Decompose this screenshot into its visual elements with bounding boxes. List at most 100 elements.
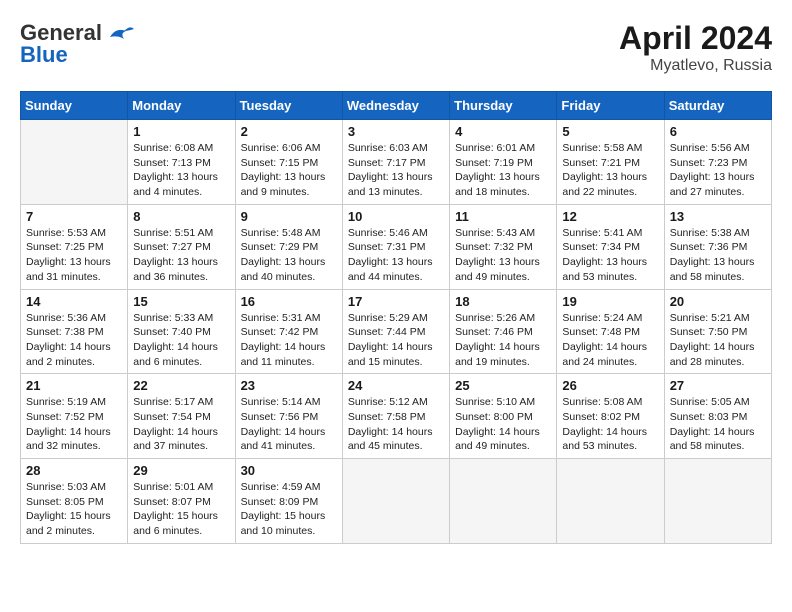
day-cell xyxy=(342,459,449,544)
day-number: 22 xyxy=(133,378,229,393)
day-info: Sunrise: 5:14 AM Sunset: 7:56 PM Dayligh… xyxy=(241,395,337,454)
day-cell xyxy=(557,459,664,544)
day-number: 25 xyxy=(455,378,551,393)
day-info: Sunrise: 5:26 AM Sunset: 7:46 PM Dayligh… xyxy=(455,311,551,370)
day-number: 15 xyxy=(133,294,229,309)
day-info: Sunrise: 6:03 AM Sunset: 7:17 PM Dayligh… xyxy=(348,141,444,200)
day-cell: 24 Sunrise: 5:12 AM Sunset: 7:58 PM Dayli… xyxy=(342,374,449,459)
week-row-2: 7 Sunrise: 5:53 AM Sunset: 7:25 PM Daylig… xyxy=(21,204,772,289)
header-cell-tuesday: Tuesday xyxy=(235,92,342,120)
day-info: Sunrise: 5:53 AM Sunset: 7:25 PM Dayligh… xyxy=(26,226,122,285)
day-info: Sunrise: 5:08 AM Sunset: 8:02 PM Dayligh… xyxy=(562,395,658,454)
day-info: Sunrise: 5:29 AM Sunset: 7:44 PM Dayligh… xyxy=(348,311,444,370)
day-number: 27 xyxy=(670,378,766,393)
day-number: 6 xyxy=(670,124,766,139)
day-cell: 5 Sunrise: 5:58 AM Sunset: 7:21 PM Daylig… xyxy=(557,120,664,205)
day-info: Sunrise: 5:03 AM Sunset: 8:05 PM Dayligh… xyxy=(26,480,122,539)
day-info: Sunrise: 5:48 AM Sunset: 7:29 PM Dayligh… xyxy=(241,226,337,285)
week-row-3: 14 Sunrise: 5:36 AM Sunset: 7:38 PM Dayli… xyxy=(21,289,772,374)
day-info: Sunrise: 6:01 AM Sunset: 7:19 PM Dayligh… xyxy=(455,141,551,200)
day-number: 19 xyxy=(562,294,658,309)
day-info: Sunrise: 5:58 AM Sunset: 7:21 PM Dayligh… xyxy=(562,141,658,200)
day-number: 1 xyxy=(133,124,229,139)
day-cell: 19 Sunrise: 5:24 AM Sunset: 7:48 PM Dayli… xyxy=(557,289,664,374)
header-cell-saturday: Saturday xyxy=(664,92,771,120)
day-cell: 9Sunrise: 5:48 AM Sunset: 7:29 PM Daylig… xyxy=(235,204,342,289)
week-row-5: 28 Sunrise: 5:03 AM Sunset: 8:05 PM Dayli… xyxy=(21,459,772,544)
day-number: 28 xyxy=(26,463,122,478)
day-cell: 13 Sunrise: 5:38 AM Sunset: 7:36 PM Dayli… xyxy=(664,204,771,289)
header-cell-friday: Friday xyxy=(557,92,664,120)
day-number: 17 xyxy=(348,294,444,309)
week-row-4: 21 Sunrise: 5:19 AM Sunset: 7:52 PM Dayli… xyxy=(21,374,772,459)
day-cell: 23 Sunrise: 5:14 AM Sunset: 7:56 PM Dayli… xyxy=(235,374,342,459)
day-info: Sunrise: 5:24 AM Sunset: 7:48 PM Dayligh… xyxy=(562,311,658,370)
day-cell: 4 Sunrise: 6:01 AM Sunset: 7:19 PM Daylig… xyxy=(450,120,557,205)
header-cell-thursday: Thursday xyxy=(450,92,557,120)
day-number: 16 xyxy=(241,294,337,309)
day-info: Sunrise: 5:19 AM Sunset: 7:52 PM Dayligh… xyxy=(26,395,122,454)
day-info: Sunrise: 6:06 AM Sunset: 7:15 PM Dayligh… xyxy=(241,141,337,200)
day-info: Sunrise: 5:46 AM Sunset: 7:31 PM Dayligh… xyxy=(348,226,444,285)
day-cell: 20 Sunrise: 5:21 AM Sunset: 7:50 PM Dayli… xyxy=(664,289,771,374)
day-cell: 3Sunrise: 6:03 AM Sunset: 7:17 PM Daylig… xyxy=(342,120,449,205)
day-info: Sunrise: 5:10 AM Sunset: 8:00 PM Dayligh… xyxy=(455,395,551,454)
day-number: 8 xyxy=(133,209,229,224)
day-info: Sunrise: 5:05 AM Sunset: 8:03 PM Dayligh… xyxy=(670,395,766,454)
day-info: Sunrise: 5:38 AM Sunset: 7:36 PM Dayligh… xyxy=(670,226,766,285)
day-number: 24 xyxy=(348,378,444,393)
day-info: Sunrise: 5:41 AM Sunset: 7:34 PM Dayligh… xyxy=(562,226,658,285)
day-info: Sunrise: 5:36 AM Sunset: 7:38 PM Dayligh… xyxy=(26,311,122,370)
header-cell-monday: Monday xyxy=(128,92,235,120)
logo: General Blue xyxy=(20,20,134,68)
day-cell: 17 Sunrise: 5:29 AM Sunset: 7:44 PM Dayli… xyxy=(342,289,449,374)
day-info: Sunrise: 4:59 AM Sunset: 8:09 PM Dayligh… xyxy=(241,480,337,539)
day-number: 29 xyxy=(133,463,229,478)
day-number: 10 xyxy=(348,209,444,224)
day-cell: 22 Sunrise: 5:17 AM Sunset: 7:54 PM Dayli… xyxy=(128,374,235,459)
day-number: 5 xyxy=(562,124,658,139)
calendar-table: SundayMondayTuesdayWednesdayThursdayFrid… xyxy=(20,91,772,544)
day-cell: 16 Sunrise: 5:31 AM Sunset: 7:42 PM Dayli… xyxy=(235,289,342,374)
day-cell xyxy=(664,459,771,544)
day-info: Sunrise: 5:33 AM Sunset: 7:40 PM Dayligh… xyxy=(133,311,229,370)
day-cell: 12 Sunrise: 5:41 AM Sunset: 7:34 PM Dayli… xyxy=(557,204,664,289)
header-row: SundayMondayTuesdayWednesdayThursdayFrid… xyxy=(21,92,772,120)
day-cell: 30 Sunrise: 4:59 AM Sunset: 8:09 PM Dayli… xyxy=(235,459,342,544)
day-number: 20 xyxy=(670,294,766,309)
day-info: Sunrise: 5:21 AM Sunset: 7:50 PM Dayligh… xyxy=(670,311,766,370)
day-number: 7 xyxy=(26,209,122,224)
page-header: General Blue April 2024 Myatlevo, Russia xyxy=(20,20,772,75)
page-title: April 2024 xyxy=(619,20,772,57)
day-cell: 18Sunrise: 5:26 AM Sunset: 7:46 PM Dayli… xyxy=(450,289,557,374)
day-cell: 26Sunrise: 5:08 AM Sunset: 8:02 PM Dayli… xyxy=(557,374,664,459)
day-cell: 7 Sunrise: 5:53 AM Sunset: 7:25 PM Daylig… xyxy=(21,204,128,289)
day-cell: 15 Sunrise: 5:33 AM Sunset: 7:40 PM Dayli… xyxy=(128,289,235,374)
day-number: 2 xyxy=(241,124,337,139)
day-number: 12 xyxy=(562,209,658,224)
header-cell-wednesday: Wednesday xyxy=(342,92,449,120)
page-subtitle: Myatlevo, Russia xyxy=(619,57,772,75)
day-cell: 1 Sunrise: 6:08 AM Sunset: 7:13 PM Daylig… xyxy=(128,120,235,205)
day-number: 4 xyxy=(455,124,551,139)
day-number: 21 xyxy=(26,378,122,393)
day-cell: 8 Sunrise: 5:51 AM Sunset: 7:27 PM Daylig… xyxy=(128,204,235,289)
day-number: 23 xyxy=(241,378,337,393)
day-info: Sunrise: 5:12 AM Sunset: 7:58 PM Dayligh… xyxy=(348,395,444,454)
day-info: Sunrise: 5:43 AM Sunset: 7:32 PM Dayligh… xyxy=(455,226,551,285)
day-cell xyxy=(450,459,557,544)
day-info: Sunrise: 5:01 AM Sunset: 8:07 PM Dayligh… xyxy=(133,480,229,539)
day-number: 13 xyxy=(670,209,766,224)
day-info: Sunrise: 5:56 AM Sunset: 7:23 PM Dayligh… xyxy=(670,141,766,200)
day-info: Sunrise: 5:51 AM Sunset: 7:27 PM Dayligh… xyxy=(133,226,229,285)
title-block: April 2024 Myatlevo, Russia xyxy=(619,20,772,75)
header-cell-sunday: Sunday xyxy=(21,92,128,120)
day-info: Sunrise: 5:17 AM Sunset: 7:54 PM Dayligh… xyxy=(133,395,229,454)
day-info: Sunrise: 5:31 AM Sunset: 7:42 PM Dayligh… xyxy=(241,311,337,370)
day-cell: 29 Sunrise: 5:01 AM Sunset: 8:07 PM Dayli… xyxy=(128,459,235,544)
day-number: 14 xyxy=(26,294,122,309)
day-info: Sunrise: 6:08 AM Sunset: 7:13 PM Dayligh… xyxy=(133,141,229,200)
day-cell: 11Sunrise: 5:43 AM Sunset: 7:32 PM Dayli… xyxy=(450,204,557,289)
day-cell: 21 Sunrise: 5:19 AM Sunset: 7:52 PM Dayli… xyxy=(21,374,128,459)
day-number: 30 xyxy=(241,463,337,478)
